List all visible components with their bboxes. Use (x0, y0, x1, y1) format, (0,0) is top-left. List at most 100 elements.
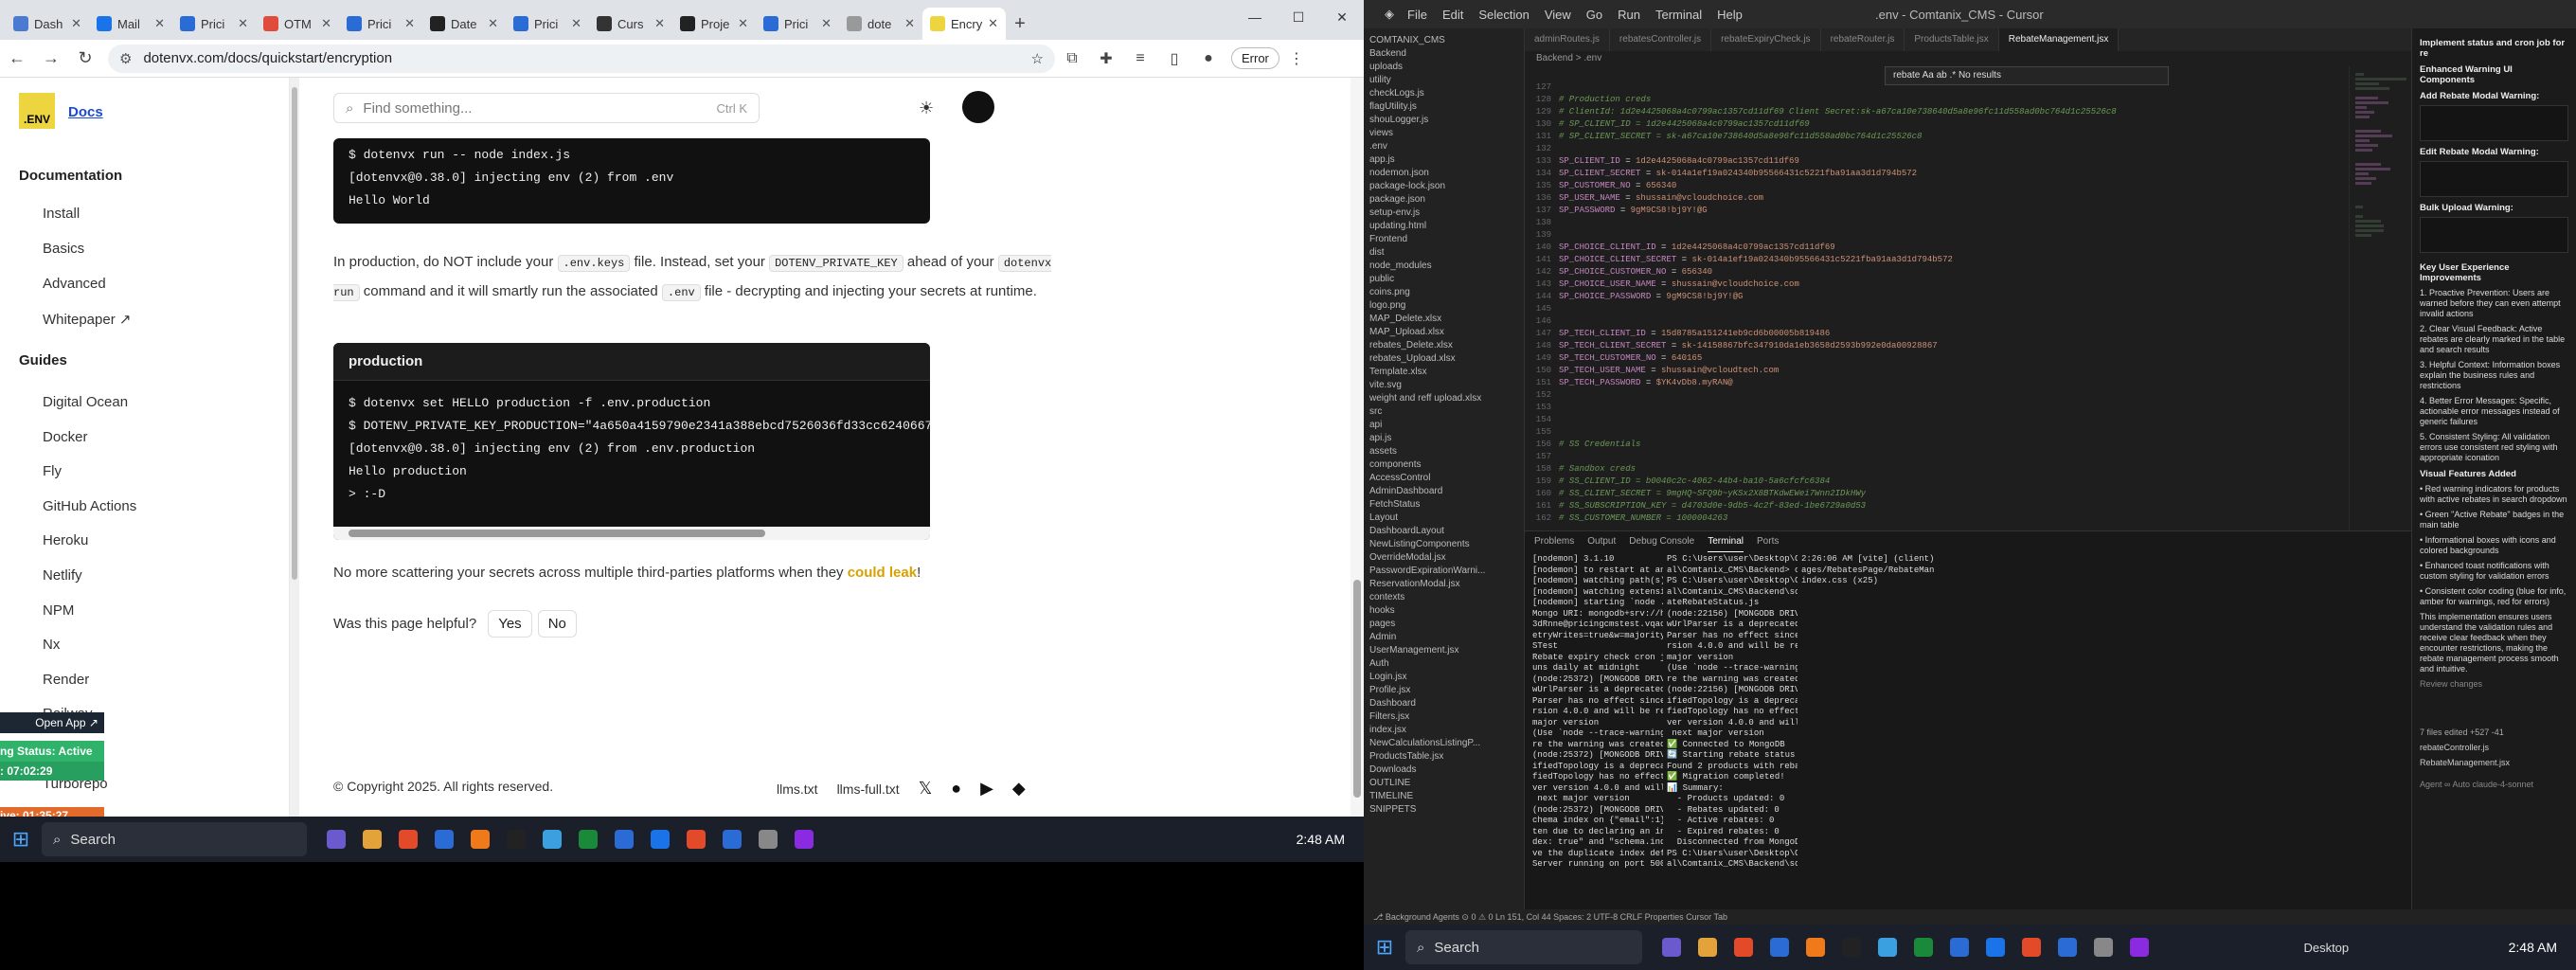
taskbar-app-icon[interactable] (2016, 932, 2047, 962)
tab-close-icon[interactable]: ✕ (988, 16, 998, 31)
explorer-item[interactable]: hooks (1369, 604, 1524, 618)
browser-tab[interactable]: Prici ✕ (506, 8, 589, 40)
explorer-item[interactable]: logo.png (1369, 299, 1524, 313)
taskbar-app-icon[interactable] (645, 824, 675, 854)
explorer-item[interactable]: Layout (1369, 512, 1524, 525)
explorer-item[interactable]: pages (1369, 618, 1524, 631)
explorer-item[interactable]: shouLogger.js (1369, 114, 1524, 127)
taskbar-app-icon[interactable] (1908, 932, 1939, 962)
sidebar-scrollbar[interactable] (290, 78, 299, 817)
explorer-item[interactable]: package.json (1369, 193, 1524, 207)
explorer-item[interactable]: Backend (1369, 47, 1524, 61)
review-changes[interactable]: Review changes (2420, 679, 2568, 690)
browser-tab[interactable]: Prici ✕ (756, 8, 839, 40)
file-1[interactable]: rebateController.js (2420, 743, 2568, 753)
explorer-item[interactable]: api (1369, 419, 1524, 432)
llms-link[interactable]: llms.txt (777, 781, 818, 797)
explorer-item[interactable]: views (1369, 127, 1524, 140)
explorer-item[interactable]: Template.xlsx (1369, 366, 1524, 379)
explorer-item[interactable]: node_modules (1369, 260, 1524, 273)
menu-item[interactable]: Run (1618, 8, 1640, 22)
browser-tab[interactable]: Curs ✕ (589, 8, 672, 40)
browser-tab[interactable]: Encry ✕ (922, 8, 1006, 40)
tab-close-icon[interactable]: ✕ (404, 16, 415, 31)
browser-tab[interactable]: Prici ✕ (172, 8, 256, 40)
terminal-tab[interactable]: Problems (1534, 531, 1574, 552)
explorer-item[interactable]: Frontend (1369, 233, 1524, 246)
youtube-icon[interactable]: ▶ (980, 779, 993, 799)
explorer-item[interactable]: api.js (1369, 432, 1524, 445)
menu-item[interactable]: View (1545, 8, 1571, 22)
taskbar-app-icon[interactable] (2124, 932, 2155, 962)
taskbar-app-icon[interactable] (2088, 932, 2119, 962)
explorer-item[interactable]: rebates_Upload.xlsx (1369, 352, 1524, 366)
taskbar-app-icon[interactable] (357, 824, 387, 854)
browser-tab[interactable]: Date ✕ (422, 8, 506, 40)
sidebar-item-guide[interactable]: NPM (43, 602, 74, 619)
taskbar-app-icon[interactable] (2052, 932, 2083, 962)
terminal-vite[interactable]: 2:26:06 AM [vite] (client) hmr update /s… (1801, 554, 1934, 905)
taskbar-app-icon[interactable] (789, 824, 819, 854)
explorer-item[interactable]: Profile.jsx (1369, 684, 1524, 697)
terminal-powershell[interactable]: PS C:\Users\user\Desktop\Comtanix\Github… (1667, 554, 1798, 905)
explorer-item[interactable]: Filters.jsx (1369, 710, 1524, 724)
sidebar-item-doc[interactable]: Whitepaper ↗ (43, 311, 131, 328)
explorer-item[interactable]: rebates_Delete.xlsx (1369, 339, 1524, 352)
explorer-item[interactable]: uploads (1369, 61, 1524, 74)
docs-link[interactable]: Docs (68, 104, 103, 120)
menu-item[interactable]: Selection (1478, 8, 1529, 22)
explorer-item[interactable]: MAP_Upload.xlsx (1369, 326, 1524, 339)
explorer-item[interactable]: nodemon.json (1369, 167, 1524, 180)
explorer-item[interactable]: AdminDashboard (1369, 485, 1524, 498)
browser-tab[interactable]: OTM ✕ (256, 8, 339, 40)
sidebar-item-guide[interactable]: Netlify (43, 567, 82, 584)
explorer-item[interactable]: package-lock.json (1369, 180, 1524, 193)
explorer-item[interactable]: PasswordExpirationWarni... (1369, 565, 1524, 578)
tab-close-icon[interactable]: ✕ (904, 16, 915, 31)
taskbar-app-icon[interactable] (1944, 932, 1975, 962)
taskbar-app-icon[interactable] (1728, 932, 1759, 962)
taskbar-app-icon[interactable] (753, 824, 783, 854)
agent-mode[interactable]: Agent ∞ Auto claude-4-sonnet (2420, 780, 2568, 790)
profile-icon[interactable]: ● (1191, 50, 1225, 67)
extensions-icon[interactable]: ⧉ (1055, 50, 1089, 67)
yes-button[interactable]: Yes (488, 610, 532, 638)
error-button[interactable]: Error (1231, 47, 1279, 69)
editor-tab[interactable]: ProductsTable.jsx (1905, 28, 1999, 51)
explorer-item[interactable]: public (1369, 273, 1524, 286)
site-info-icon[interactable]: ⚙ (119, 50, 132, 67)
explorer-item[interactable]: assets (1369, 445, 1524, 458)
explorer-item[interactable]: .env (1369, 140, 1524, 153)
explorer-item[interactable]: weight and reff upload.xlsx (1369, 392, 1524, 405)
explorer-item[interactable]: DashboardLayout (1369, 525, 1524, 538)
media-icon[interactable]: ≡ (1123, 50, 1157, 67)
menu-icon[interactable]: ⋮ (1279, 49, 1314, 68)
menu-item[interactable]: Edit (1442, 8, 1463, 22)
split-icon[interactable]: ▯ (1157, 49, 1191, 68)
editor-tab[interactable]: adminRoutes.js (1525, 28, 1610, 51)
editor-tab[interactable]: rebateRouter.js (1821, 28, 1905, 51)
browser-tab[interactable]: Mail ✕ (89, 8, 172, 40)
explorer-item[interactable]: Downloads (1369, 763, 1524, 777)
taskbar-app-icon[interactable] (1836, 932, 1867, 962)
explorer-item[interactable]: Auth (1369, 657, 1524, 671)
code-editor[interactable]: 127 128 # Production creds 129 # ClientId: 1… (1525, 66, 2377, 530)
new-tab-button[interactable]: + (1006, 8, 1034, 40)
tab-close-icon[interactable]: ✕ (571, 16, 581, 31)
url-field[interactable]: ⚙ dotenvx.com/docs/quickstart/encryption… (108, 44, 1055, 73)
theme-toggle-icon[interactable]: ☀ (919, 99, 934, 118)
minimap[interactable] (2349, 66, 2411, 530)
tab-close-icon[interactable]: ✕ (238, 16, 248, 31)
sidebar-item-doc[interactable]: Advanced (43, 276, 106, 292)
explorer-item[interactable]: AccessControl (1369, 472, 1524, 485)
menu-item[interactable]: Go (1586, 8, 1602, 22)
tab-close-icon[interactable]: ✕ (738, 16, 748, 31)
taskbar-app-icon[interactable] (501, 824, 531, 854)
close-icon[interactable]: ✕ (1320, 0, 1364, 34)
open-app-button[interactable]: Open App ↗ (0, 712, 104, 733)
explorer-item[interactable]: utility (1369, 74, 1524, 87)
taskbar-app-icon[interactable] (1764, 932, 1795, 962)
maximize-icon[interactable]: ☐ (1277, 0, 1320, 34)
explorer-item[interactable]: SNIPPETS (1369, 803, 1524, 817)
taskbar-app-icon[interactable] (537, 824, 567, 854)
